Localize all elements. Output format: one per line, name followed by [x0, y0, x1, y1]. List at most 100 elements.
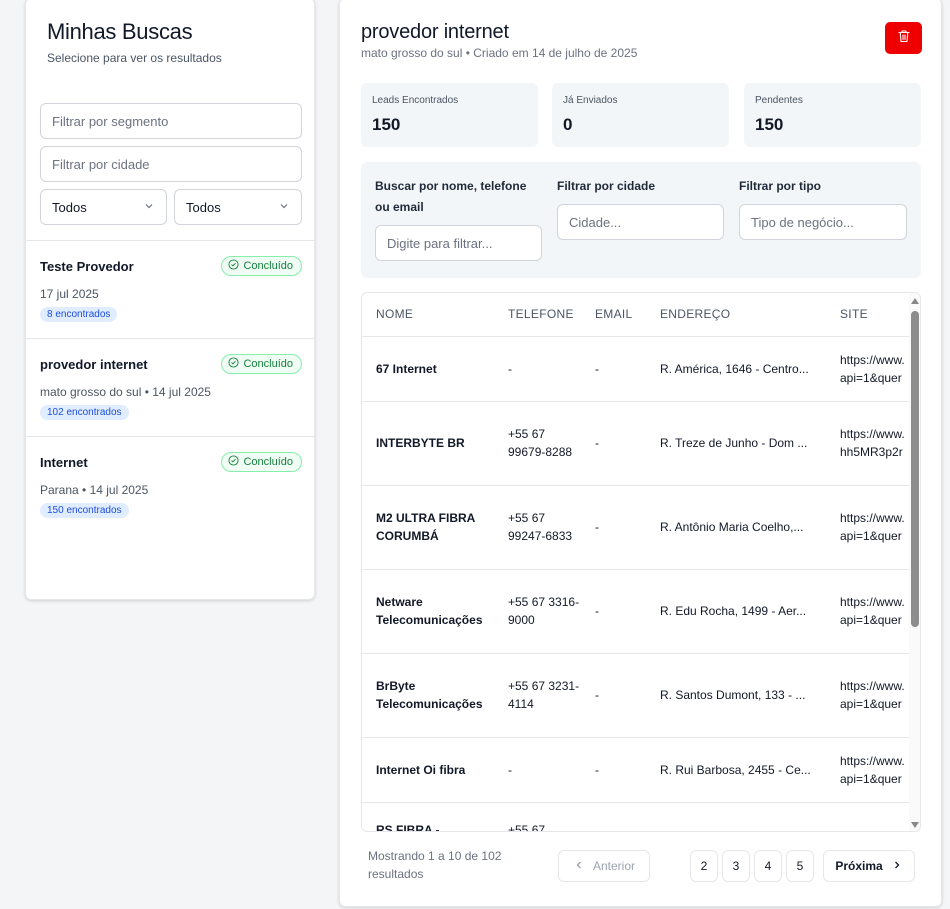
- page-button[interactable]: 3: [722, 850, 750, 882]
- status-badge: Concluído: [221, 354, 302, 374]
- chevron-left-icon: [573, 859, 585, 874]
- table-row[interactable]: 67 Internet - - R. América, 1646 - Centr…: [362, 336, 920, 402]
- chevron-down-icon: [278, 200, 290, 215]
- status-select[interactable]: Todos: [40, 189, 167, 225]
- column-header[interactable]: SITE: [826, 293, 920, 337]
- status-badge-label: Concluído: [243, 358, 293, 370]
- lead-name: BrByte Telecomunicações: [362, 653, 494, 738]
- status-select-value: Todos: [52, 199, 87, 215]
- search-item-title: provedor internet: [40, 357, 148, 372]
- page-title: provedor internet: [361, 21, 509, 43]
- pagination-info: Mostrando 1 a 10 de 102 resultados: [368, 849, 502, 881]
- stat-label: Já Enviados: [563, 95, 618, 106]
- period-select-value: Todos: [186, 199, 221, 215]
- lead-name: Internet Oi fibra: [362, 737, 494, 803]
- search-filter-input[interactable]: [375, 225, 542, 261]
- next-page-button[interactable]: Próxima: [823, 850, 915, 882]
- lead-site[interactable]: https://www. api=1&quer: [826, 653, 920, 738]
- lead-email: -: [581, 485, 646, 570]
- search-item-meta: 17 jul 2025: [40, 287, 99, 301]
- search-item-title: Teste Provedor: [40, 259, 134, 274]
- scrollbar-thumb[interactable]: [911, 311, 919, 627]
- lead-address: R. Rui Barbosa, 2455 - Ce...: [646, 737, 826, 803]
- search-item[interactable]: Teste Provedor Concluído 17 jul 2025 8 e…: [26, 241, 314, 339]
- stat-value: 150: [755, 115, 784, 134]
- lead-site[interactable]: https://www. api=1&quer: [826, 569, 920, 654]
- check-circle-icon: [228, 357, 239, 371]
- lead-site[interactable]: https://www. api=1&quer: [826, 737, 920, 803]
- status-badge-label: Concluído: [243, 260, 293, 272]
- search-item[interactable]: provedor internet Concluído mato grosso …: [26, 339, 314, 437]
- lead-address: R. América, 1646 - Centro...: [646, 336, 826, 402]
- lead-email: [581, 802, 646, 831]
- check-circle-icon: [228, 455, 239, 469]
- lead-phone: +55 67 99247-6833: [494, 485, 581, 570]
- page-button[interactable]: 4: [754, 850, 782, 882]
- period-select[interactable]: Todos: [174, 189, 302, 225]
- column-header[interactable]: NOME: [362, 293, 494, 337]
- table-row[interactable]: RS FIBRA - +55 67: [362, 802, 920, 831]
- page-button[interactable]: 2: [690, 850, 718, 882]
- search-item[interactable]: Internet Concluído Parana • 14 jul 2025 …: [26, 437, 314, 535]
- lead-address: R. Treze de Junho - Dom ...: [646, 401, 826, 486]
- stat-card-pending: Pendentes 150: [744, 83, 921, 147]
- chevron-down-icon: [143, 200, 155, 215]
- segment-filter-input[interactable]: [40, 103, 302, 139]
- lead-phone: +55 67 3316-9000: [494, 569, 581, 654]
- lead-email: -: [581, 569, 646, 654]
- table-header-row: NOME TELEFONE EMAIL ENDEREÇO SITE: [362, 293, 920, 337]
- count-badge: 102 encontrados: [40, 405, 129, 420]
- panel-title: Minhas Buscas: [47, 19, 193, 44]
- stat-card-leads: Leads Encontrados 150: [361, 83, 538, 147]
- column-header[interactable]: TELEFONE: [494, 293, 581, 337]
- results-panel: provedor internet mato grosso do sul • C…: [339, 0, 942, 907]
- table-scrollbar[interactable]: [909, 293, 920, 831]
- lead-name: RS FIBRA -: [362, 802, 494, 831]
- delete-button[interactable]: [885, 22, 922, 54]
- lead-email: -: [581, 653, 646, 738]
- searches-panel: Minhas Buscas Selecione para ver os resu…: [25, 0, 315, 600]
- lead-phone: +55 67 3231-4114: [494, 653, 581, 738]
- lead-address: R. Antônio Maria Coelho,...: [646, 485, 826, 570]
- lead-email: -: [581, 336, 646, 402]
- city-filter-input[interactable]: [40, 146, 302, 182]
- status-badge: Concluído: [221, 256, 302, 276]
- page-button[interactable]: 5: [786, 850, 814, 882]
- search-item-meta: Parana • 14 jul 2025: [40, 483, 149, 497]
- stat-value: 150: [372, 115, 401, 134]
- table-row[interactable]: INTERBYTE BR +55 67 99679-8288 - R. Trez…: [362, 401, 920, 486]
- table-row[interactable]: Netware Telecomunicações +55 67 3316-900…: [362, 569, 920, 654]
- column-header[interactable]: ENDEREÇO: [646, 293, 826, 337]
- panel-subtitle: Selecione para ver os resultados: [47, 51, 222, 65]
- scroll-up-arrow[interactable]: [911, 298, 919, 304]
- city-filter-input[interactable]: [557, 204, 724, 240]
- type-filter-label: Filtrar por tipo: [739, 179, 821, 193]
- trash-icon: [897, 29, 911, 48]
- lead-site[interactable]: https://www. hh5MR3p2r: [826, 401, 920, 486]
- lead-name: INTERBYTE BR: [362, 401, 494, 486]
- search-item-title: Internet: [40, 455, 88, 470]
- chevron-right-icon: [891, 859, 903, 874]
- count-badge: 150 encontrados: [40, 503, 129, 518]
- table-row[interactable]: M2 ULTRA FIBRA CORUMBÁ +55 67 99247-6833…: [362, 485, 920, 570]
- lead-site[interactable]: [826, 802, 920, 831]
- table-row[interactable]: Internet Oi fibra - - R. Rui Barbosa, 24…: [362, 737, 920, 803]
- lead-site[interactable]: https://www. api=1&quer: [826, 485, 920, 570]
- status-badge: Concluído: [221, 452, 302, 472]
- stat-label: Pendentes: [755, 95, 803, 106]
- lead-site[interactable]: https://www. api=1&quer: [826, 336, 920, 402]
- search-item-meta: mato grosso do sul • 14 jul 2025: [40, 385, 211, 399]
- table-row[interactable]: BrByte Telecomunicações +55 67 3231-4114…: [362, 653, 920, 738]
- count-badge: 8 encontrados: [40, 307, 118, 322]
- lead-address: [646, 802, 826, 831]
- search-filter-label: Buscar por nome, telefone ou email: [375, 179, 527, 214]
- scroll-down-arrow[interactable]: [911, 822, 919, 828]
- lead-address: R. Santos Dumont, 133 - ...: [646, 653, 826, 738]
- column-header[interactable]: EMAIL: [581, 293, 646, 337]
- leads-table: NOME TELEFONE EMAIL ENDEREÇO SITE 67 Int…: [361, 292, 921, 832]
- previous-page-button[interactable]: Anterior: [558, 850, 650, 882]
- stat-card-sent: Já Enviados 0: [552, 83, 729, 147]
- next-page-label: Próxima: [835, 859, 883, 873]
- type-filter-input[interactable]: [739, 204, 907, 240]
- lead-email: -: [581, 401, 646, 486]
